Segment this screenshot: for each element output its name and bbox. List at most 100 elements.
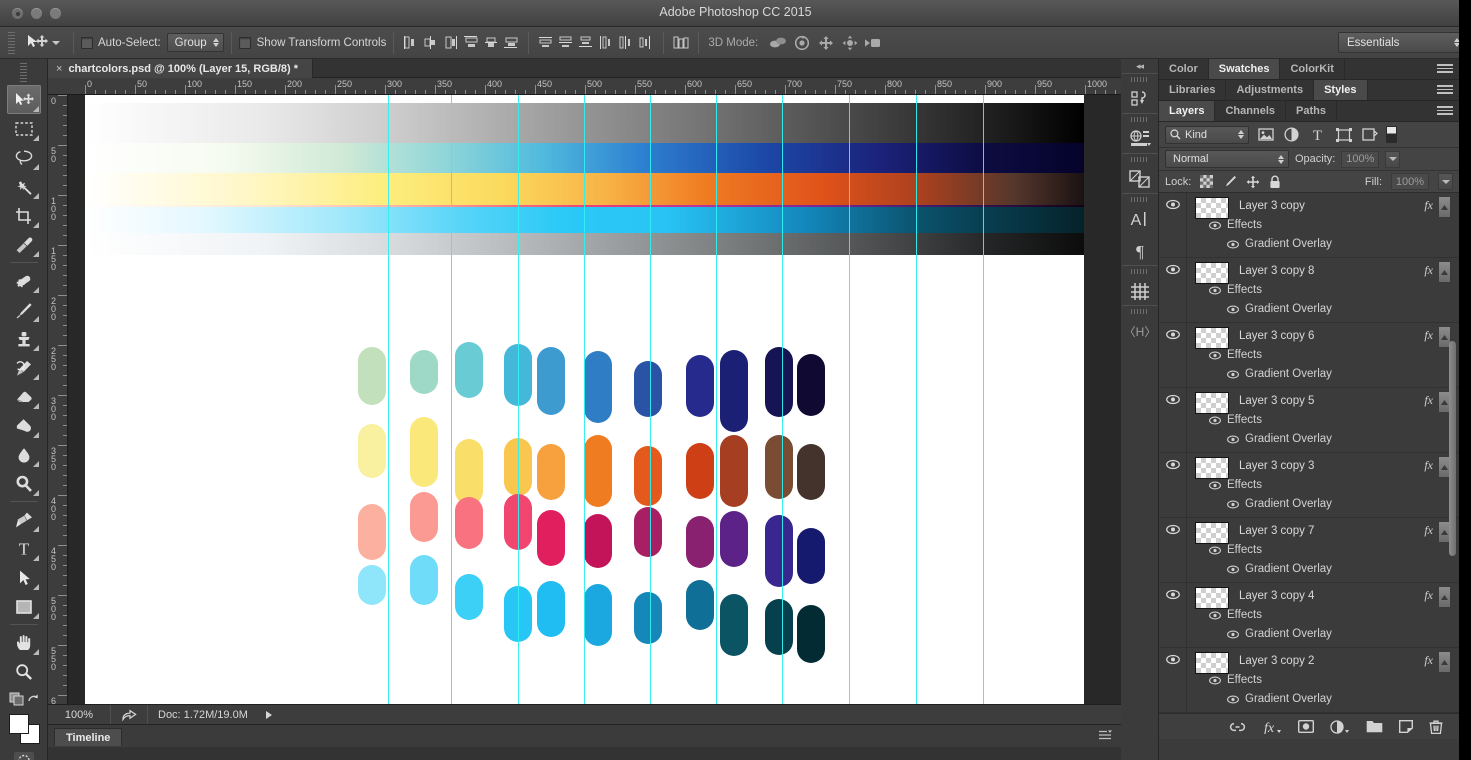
options-bar-grip[interactable] — [8, 32, 15, 54]
layer-row[interactable]: Layer 3 copy 4fxEffectsGradient Overlay — [1159, 583, 1459, 648]
close-icon[interactable]: × — [56, 63, 62, 75]
align-bottom-edges-button[interactable] — [501, 33, 521, 53]
layer-list[interactable]: Layer 3 copyfxEffectsGradient OverlayLay… — [1159, 193, 1459, 713]
layer-effects-expander[interactable] — [1438, 651, 1451, 673]
tab-adjustments[interactable]: Adjustments — [1226, 80, 1314, 100]
panel-menu-icon[interactable] — [1437, 106, 1453, 117]
canvas-guide[interactable] — [782, 95, 783, 760]
new-fill-adjustment-layer-icon[interactable] — [1330, 720, 1350, 734]
layer-row[interactable]: Layer 3 copy 8fxEffectsGradient Overlay — [1159, 258, 1459, 323]
rectangular-marquee-tool[interactable] — [7, 114, 41, 143]
tab-color[interactable]: Color — [1159, 59, 1209, 79]
layer-visibility-toggle[interactable] — [1159, 258, 1187, 323]
zoom-tool[interactable] — [7, 657, 41, 686]
layer-fx-badge[interactable]: fx — [1424, 263, 1433, 278]
layer-visibility-toggle[interactable] — [1159, 648, 1187, 713]
distribute-bottom-edges-button[interactable] — [576, 33, 596, 53]
canvas[interactable] — [85, 95, 1084, 760]
lock-image-pixels-icon[interactable] — [1222, 175, 1237, 188]
fill-field[interactable]: 100% — [1391, 173, 1429, 190]
filter-smart-object-icon[interactable] — [1360, 125, 1379, 144]
tool-preset-picker[interactable] — [20, 33, 66, 53]
layer-list-scrollbar[interactable] — [1449, 341, 1456, 556]
canvas-guide[interactable] — [716, 95, 717, 760]
histogram-panel-icon[interactable]: 〈H〉 — [1122, 305, 1158, 345]
layer-fx-badge[interactable]: fx — [1424, 588, 1433, 603]
layer-thumbnail[interactable] — [1195, 262, 1229, 284]
layer-fx-badge[interactable]: fx — [1424, 523, 1433, 538]
layer-visibility-toggle[interactable] — [1159, 518, 1187, 583]
layer-fx-badge[interactable]: fx — [1424, 458, 1433, 473]
edit-toolbar-button[interactable] — [7, 686, 41, 710]
lasso-tool[interactable] — [7, 143, 41, 172]
vertical-ruler[interactable]: 05 01 0 01 5 02 0 02 5 03 0 03 5 04 0 04… — [48, 95, 68, 760]
type-tool[interactable]: T — [7, 534, 41, 563]
tab-channels[interactable]: Channels — [1215, 101, 1286, 121]
layer-visibility-toggle[interactable] — [1159, 323, 1187, 388]
brush-tool[interactable] — [7, 295, 41, 324]
show-transform-controls-checkbox[interactable] — [239, 37, 251, 49]
canvas-scroll-area[interactable] — [68, 95, 1121, 760]
pen-tool[interactable] — [7, 505, 41, 534]
align-right-edges-button[interactable] — [441, 33, 461, 53]
lock-all-icon[interactable] — [1269, 175, 1281, 189]
tab-styles[interactable]: Styles — [1314, 80, 1367, 100]
tab-timeline[interactable]: Timeline — [54, 728, 122, 746]
layer-effects-group[interactable]: Effects — [1209, 609, 1262, 621]
layer-thumbnail[interactable] — [1195, 457, 1229, 479]
layer-effects-group[interactable]: Effects — [1209, 349, 1262, 361]
layer-effect-item[interactable]: Gradient Overlay — [1227, 498, 1332, 510]
link-layers-icon[interactable] — [1229, 721, 1246, 733]
scale-3d-object-icon[interactable] — [862, 33, 888, 53]
layer-effect-item[interactable]: Gradient Overlay — [1227, 563, 1332, 575]
layer-fx-badge[interactable]: fx — [1424, 328, 1433, 343]
canvas-guide[interactable] — [983, 95, 984, 760]
layer-thumbnail[interactable] — [1195, 327, 1229, 349]
layer-visibility-toggle[interactable] — [1159, 453, 1187, 518]
layer-effects-expander[interactable] — [1438, 261, 1451, 283]
layer-effects-group[interactable]: Effects — [1209, 544, 1262, 556]
auto-select-scope-select[interactable]: Group — [167, 33, 224, 52]
new-layer-icon[interactable] — [1399, 720, 1413, 733]
add-layer-mask-icon[interactable] — [1298, 720, 1314, 733]
fill-stepper[interactable] — [1438, 173, 1453, 190]
lock-position-icon[interactable] — [1246, 175, 1260, 189]
panel-menu-icon[interactable] — [1437, 85, 1453, 96]
align-top-edges-button[interactable] — [461, 33, 481, 53]
canvas-guide[interactable] — [650, 95, 651, 760]
layer-fx-badge[interactable]: fx — [1424, 393, 1433, 408]
layer-row[interactable]: Layer 3 copy 5fxEffectsGradient Overlay — [1159, 388, 1459, 453]
layer-comps-panel-icon[interactable] — [1122, 153, 1158, 193]
rotate-3d-object-icon[interactable] — [766, 33, 790, 53]
rectangle-tool[interactable] — [7, 592, 41, 621]
document-tab[interactable]: × chartcolors.psd @ 100% (Layer 15, RGB/… — [48, 59, 313, 78]
filter-type-icon[interactable]: T — [1308, 125, 1327, 144]
tab-layers[interactable]: Layers — [1159, 101, 1215, 121]
lock-transparent-pixels-icon[interactable] — [1200, 175, 1213, 188]
layer-effect-item[interactable]: Gradient Overlay — [1227, 238, 1332, 250]
canvas-guide[interactable] — [916, 95, 917, 760]
align-vertical-centers-button[interactable] — [481, 33, 501, 53]
layer-visibility-toggle[interactable] — [1159, 193, 1187, 258]
history-panel-icon[interactable] — [1122, 73, 1158, 113]
opacity-stepper[interactable] — [1385, 151, 1400, 168]
layer-effect-item[interactable]: Gradient Overlay — [1227, 368, 1332, 380]
dodge-tool[interactable] — [7, 469, 41, 498]
distribute-top-edges-button[interactable] — [536, 33, 556, 53]
layer-effect-item[interactable]: Gradient Overlay — [1227, 693, 1332, 705]
delete-layer-icon[interactable] — [1429, 720, 1443, 734]
zoom-level-field[interactable]: 100% — [48, 709, 110, 721]
drag-3d-object-icon[interactable] — [814, 33, 838, 53]
add-layer-style-icon[interactable]: fx — [1262, 720, 1282, 734]
collapse-panels-icon[interactable]: ◂◂ — [1121, 59, 1158, 73]
eraser-tool[interactable] — [7, 382, 41, 411]
layer-row[interactable]: Layer 3 copy 3fxEffectsGradient Overlay — [1159, 453, 1459, 518]
history-brush-tool[interactable] — [7, 353, 41, 382]
horizontal-ruler[interactable]: 0501001502002503003504004505005506006507… — [48, 78, 1121, 95]
canvas-guide[interactable] — [849, 95, 850, 760]
layer-effect-item[interactable]: Gradient Overlay — [1227, 628, 1332, 640]
edit-in-quick-mask-mode-button[interactable] — [14, 752, 34, 760]
layer-thumbnail[interactable] — [1195, 587, 1229, 609]
foreground-color-swatch[interactable] — [9, 714, 29, 734]
layer-thumbnail[interactable] — [1195, 392, 1229, 414]
